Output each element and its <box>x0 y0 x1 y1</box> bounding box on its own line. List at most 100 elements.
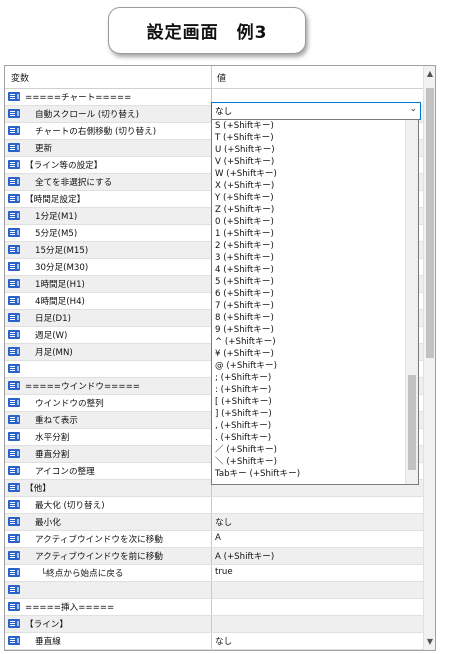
dropdown-option[interactable]: 5 (+Shiftキー) <box>212 276 418 288</box>
value-cell[interactable]: A (+Shiftキー) <box>212 548 423 564</box>
variable-cell[interactable]: アイコンの整理 <box>5 463 211 479</box>
variable-cell[interactable]: 30分足(M30) <box>5 259 211 275</box>
variable-cell[interactable]: =====チャート===== <box>5 89 211 105</box>
variable-cell[interactable]: 【時間足設定】 <box>5 191 211 207</box>
dropdown-option[interactable]: 2 (+Shiftキー) <box>212 240 418 252</box>
dropdown-option[interactable]: @ (+Shiftキー) <box>212 360 418 372</box>
table-row[interactable]: 最小化 なし <box>5 514 423 531</box>
chevron-down-icon[interactable]: ⌄ <box>409 104 417 114</box>
dropdown-option[interactable]: , (+Shiftキー) <box>212 420 418 432</box>
column-header-variable[interactable]: 変数 <box>11 71 29 84</box>
variable-cell[interactable]: =====ウインドウ===== <box>5 378 211 394</box>
value-cell[interactable]: true <box>212 565 423 581</box>
auto-scroll-select[interactable]: なし ⌄ <box>211 102 421 120</box>
dropdown-option[interactable]: 3 (+Shiftキー) <box>212 252 418 264</box>
value-cell[interactable] <box>212 616 423 632</box>
variable-cell[interactable]: 5分足(M5) <box>5 225 211 241</box>
dropdown-option[interactable]: W (+Shiftキー) <box>212 168 418 180</box>
variable-cell[interactable]: アクティブウインドウを前に移動 <box>5 548 211 564</box>
grid-scroll-thumb[interactable] <box>426 88 434 358</box>
dropdown-scrollbar[interactable] <box>405 120 418 484</box>
variable-cell[interactable]: 重ねて表示 <box>5 412 211 428</box>
variable-cell[interactable]: └終点から始点に戻る <box>5 565 211 581</box>
value-cell[interactable] <box>212 497 423 513</box>
scroll-up-icon[interactable]: ▲ <box>424 68 435 80</box>
value-cell[interactable]: なし <box>212 514 423 530</box>
dropdown-option[interactable]: S (+Shiftキー) <box>212 120 418 132</box>
table-row[interactable]: =====挿入===== <box>5 599 423 616</box>
variable-cell[interactable]: 全てを非選択にする <box>5 174 211 190</box>
table-row[interactable]: 【ライン】 <box>5 616 423 633</box>
dropdown-option[interactable]: V (+Shiftキー) <box>212 156 418 168</box>
variable-cell[interactable]: 最大化 (切り替え) <box>5 497 211 513</box>
table-row[interactable]: └終点から始点に戻る true <box>5 565 423 582</box>
dropdown-option[interactable]: ／ (+Shiftキー) <box>212 444 418 456</box>
variable-cell[interactable]: 1時間足(H1) <box>5 276 211 292</box>
property-icon <box>8 517 20 526</box>
variable-cell[interactable]: 月足(MN) <box>5 344 211 360</box>
value-cell[interactable]: なし <box>212 650 423 651</box>
variable-cell[interactable]: 水平分割 <box>5 429 211 445</box>
property-icon <box>8 483 20 492</box>
variable-cell[interactable]: 日足(D1) <box>5 310 211 326</box>
key-dropdown-list[interactable]: S (+Shiftキー) T (+Shiftキー) U (+Shiftキー) V (+… <box>211 119 419 485</box>
variable-cell[interactable]: 週足(W) <box>5 327 211 343</box>
dropdown-option[interactable]: X (+Shiftキー) <box>212 180 418 192</box>
variable-cell[interactable]: 垂直線 <box>5 633 211 649</box>
value-cell[interactable]: なし <box>212 633 423 649</box>
dropdown-option[interactable]: Z (+Shiftキー) <box>212 204 418 216</box>
dropdown-option[interactable]: Y (+Shiftキー) <box>212 192 418 204</box>
variable-label: 自動スクロール (切り替え) <box>35 110 139 120</box>
dropdown-scroll-thumb[interactable] <box>408 375 416 470</box>
dropdown-option[interactable]: 9 (+Shiftキー) <box>212 324 418 336</box>
variable-cell[interactable]: 【ライン】 <box>5 616 211 632</box>
dropdown-option[interactable]: [ (+Shiftキー) <box>212 396 418 408</box>
variable-cell[interactable]: 4時間足(H4) <box>5 293 211 309</box>
table-row[interactable]: 最大化 (切り替え) <box>5 497 423 514</box>
dropdown-option[interactable]: ] (+Shiftキー) <box>212 408 418 420</box>
dropdown-option[interactable]: . (+Shiftキー) <box>212 432 418 444</box>
variable-cell[interactable]: アクティブウインドウを次に移動 <box>5 531 211 547</box>
dropdown-option[interactable]: Tabキー (+Shiftキー) <box>212 468 418 480</box>
dropdown-option[interactable]: 8 (+Shiftキー) <box>212 312 418 324</box>
dropdown-option[interactable]: 6 (+Shiftキー) <box>212 288 418 300</box>
table-row[interactable] <box>5 582 423 599</box>
property-icon <box>8 177 20 186</box>
dropdown-option[interactable]: U (+Shiftキー) <box>212 144 418 156</box>
dropdown-option[interactable]: ^ (+Shiftキー) <box>212 336 418 348</box>
variable-cell[interactable]: チャートの右側移動 (切り替え) <box>5 123 211 139</box>
value-cell[interactable] <box>212 582 423 598</box>
dropdown-option[interactable]: ＼ (+Shiftキー) <box>212 456 418 468</box>
variable-cell[interactable]: 【他】 <box>5 480 211 496</box>
dropdown-option[interactable]: : (+Shiftキー) <box>212 384 418 396</box>
variable-cell[interactable]: 1分足(M1) <box>5 208 211 224</box>
table-row[interactable]: アクティブウインドウを前に移動 A (+Shiftキー) <box>5 548 423 565</box>
dropdown-option[interactable]: T (+Shiftキー) <box>212 132 418 144</box>
variable-cell[interactable]: 【ライン等の設定】 <box>5 157 211 173</box>
table-row[interactable]: 水平線なし <box>5 650 423 651</box>
dropdown-option[interactable]: 7 (+Shiftキー) <box>212 300 418 312</box>
scroll-down-icon[interactable]: ▼ <box>424 636 435 648</box>
variable-cell[interactable]: 自動スクロール (切り替え) <box>5 106 211 122</box>
dropdown-option[interactable]: ¥ (+Shiftキー) <box>212 348 418 360</box>
grid-scrollbar[interactable]: ▲ ▼ <box>423 66 435 650</box>
variable-cell[interactable]: 15分足(M15) <box>5 242 211 258</box>
dropdown-option[interactable]: 4 (+Shiftキー) <box>212 264 418 276</box>
variable-cell[interactable]: =====挿入===== <box>5 599 211 615</box>
value-cell[interactable]: A <box>212 531 423 547</box>
variable-cell[interactable]: ウインドウの整列 <box>5 395 211 411</box>
variable-cell[interactable] <box>5 361 211 377</box>
dropdown-option[interactable]: 1 (+Shiftキー) <box>212 228 418 240</box>
value-cell[interactable] <box>212 599 423 615</box>
variable-cell[interactable]: 更新 <box>5 140 211 156</box>
table-row[interactable]: アクティブウインドウを次に移動 A <box>5 531 423 548</box>
variable-cell[interactable]: 垂直分割 <box>5 446 211 462</box>
variable-cell[interactable] <box>5 582 211 598</box>
variable-cell[interactable]: 水平線 <box>5 650 211 651</box>
property-icon <box>8 432 20 441</box>
dropdown-option[interactable]: 0 (+Shiftキー) <box>212 216 418 228</box>
column-header-value[interactable]: 値 <box>217 71 226 84</box>
dropdown-option[interactable]: ; (+Shiftキー) <box>212 372 418 384</box>
variable-cell[interactable]: 最小化 <box>5 514 211 530</box>
table-row[interactable]: 垂直線 なし <box>5 633 423 650</box>
